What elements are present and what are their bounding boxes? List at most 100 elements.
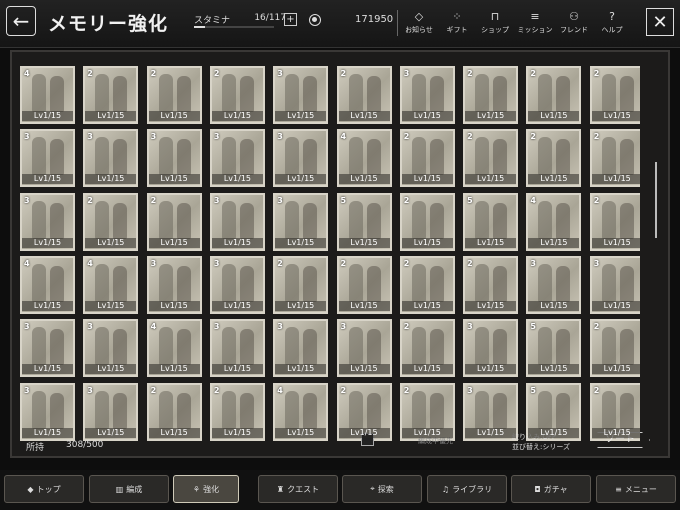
memory-card[interactable]: 2 Lv1/15 <box>83 192 139 251</box>
memory-card[interactable]: 2 Lv1/15 <box>589 382 640 441</box>
nav-library[interactable]: ♫ ライブラリ <box>427 475 507 503</box>
memory-card-rank: 3 <box>277 132 283 142</box>
memory-card[interactable]: 2 Lv1/15 <box>399 129 455 188</box>
memory-card[interactable]: 2 Lv1/15 <box>463 66 519 124</box>
memory-card[interactable]: 3 Lv1/15 <box>83 129 139 188</box>
memory-card-level: Lv1/15 <box>401 364 453 375</box>
nav-formation[interactable]: ▥ 編成 <box>89 475 169 503</box>
close-button[interactable]: ✕ <box>646 8 674 36</box>
memory-card[interactable]: 3 Lv1/15 <box>273 66 329 124</box>
memory-card-rank: 3 <box>467 385 473 395</box>
memory-card-rank: 2 <box>403 258 410 268</box>
memory-card[interactable]: 3 Lv1/15 <box>20 192 75 251</box>
memory-card-level: Lv1/15 <box>465 174 517 185</box>
memory-card-rank: 5 <box>530 385 536 395</box>
memory-card[interactable]: 3 Lv1/15 <box>146 255 202 314</box>
memory-card[interactable]: 2 Lv1/15 <box>146 66 202 124</box>
memory-card[interactable]: 3 Lv1/15 <box>336 319 392 378</box>
memory-card[interactable]: 5 Lv1/15 <box>526 382 582 441</box>
memory-card[interactable]: 4 Lv1/15 <box>336 129 392 188</box>
memory-card[interactable]: 3 Lv1/15 <box>589 255 640 314</box>
memory-card-rank: 3 <box>24 195 30 205</box>
memory-card[interactable]: 5 Lv1/15 <box>526 319 582 378</box>
memory-card[interactable]: 3 Lv1/15 <box>209 319 265 378</box>
memory-card[interactable]: 5 Lv1/15 <box>463 192 519 251</box>
memory-card[interactable]: 2 Lv1/15 <box>209 66 265 124</box>
menu-gift-button[interactable]: ⁘ ギフト <box>437 9 477 35</box>
memory-card-rank: 2 <box>467 132 473 142</box>
priority-label: 編成中優先 <box>418 437 453 445</box>
memory-card-level: Lv1/15 <box>338 111 390 121</box>
memory-card[interactable]: 3 Lv1/15 <box>273 129 329 188</box>
memory-card[interactable]: 4 Lv1/15 <box>273 382 329 441</box>
memory-card[interactable]: 3 Lv1/15 <box>20 129 75 188</box>
memory-card[interactable]: 4 Lv1/15 <box>83 255 139 314</box>
menu-news-button[interactable]: ◇ お知らせ <box>399 9 439 35</box>
memory-card[interactable]: 2 Lv1/15 <box>399 382 455 441</box>
memory-card[interactable]: 3 Lv1/15 <box>209 129 265 188</box>
coin-count: 171950 <box>355 14 394 25</box>
menu-friend-button[interactable]: ⚇ フレンド <box>554 9 594 35</box>
memory-card[interactable]: 2 Lv1/15 <box>589 319 640 378</box>
memory-card[interactable]: 3 Lv1/15 <box>209 255 265 314</box>
memory-card[interactable]: 3 Lv1/15 <box>399 66 455 124</box>
memory-card[interactable]: 2 Lv1/15 <box>83 66 139 124</box>
memory-card-level: Lv1/15 <box>591 111 640 121</box>
memory-card[interactable]: 2 Lv1/15 <box>589 129 640 188</box>
memory-card[interactable]: 3 Lv1/15 <box>209 192 265 251</box>
memory-card[interactable]: 2 Lv1/15 <box>399 255 455 314</box>
memory-card[interactable]: 5 Lv1/15 <box>336 192 392 251</box>
memory-card[interactable]: 3 Lv1/15 <box>526 255 582 314</box>
nav-quest[interactable]: ♜ クエスト <box>258 475 338 503</box>
back-button[interactable]: ← <box>6 6 36 36</box>
nav-menu[interactable]: ≡ メニュー <box>596 475 676 503</box>
memory-card-level: Lv1/15 <box>211 427 263 438</box>
nav-enhance[interactable]: ⚘ 強化 <box>173 475 239 503</box>
memory-card[interactable]: 2 Lv1/15 <box>589 192 640 251</box>
memory-card[interactable]: 2 Lv1/15 <box>336 66 392 124</box>
nav-explore[interactable]: ⌖ 探索 <box>342 475 422 503</box>
menu-help-button[interactable]: ? ヘルプ <box>592 9 632 35</box>
memory-card-rank: 2 <box>340 69 347 78</box>
memory-card[interactable]: 2 Lv1/15 <box>146 382 202 441</box>
memory-card[interactable]: 2 Lv1/15 <box>336 382 392 441</box>
memory-card[interactable]: 2 Lv1/15 <box>589 66 640 124</box>
memory-card[interactable]: 2 Lv1/15 <box>146 192 202 251</box>
memory-card-level: Lv1/15 <box>85 364 137 375</box>
memory-card[interactable]: 4 Lv1/15 <box>146 319 202 378</box>
gift-icon: ⁘ <box>452 10 462 23</box>
memory-card[interactable]: 4 Lv1/15 <box>20 66 75 124</box>
memory-card[interactable]: 3 Lv1/15 <box>273 192 329 251</box>
memory-card[interactable]: 3 Lv1/15 <box>20 382 75 441</box>
memory-card[interactable]: 2 Lv1/15 <box>526 66 582 124</box>
menu-shop-button[interactable]: ⊓ ショップ <box>475 9 515 35</box>
memory-card-rank: 4 <box>340 132 347 142</box>
memory-card[interactable]: 3 Lv1/15 <box>273 319 329 378</box>
memory-card[interactable]: 3 Lv1/15 <box>83 319 139 378</box>
quest-icon: ♜ <box>276 484 285 494</box>
memory-card[interactable]: 3 Lv1/15 <box>20 319 75 378</box>
memory-card[interactable]: 3 Lv1/15 <box>463 319 519 378</box>
memory-card[interactable]: 2 Lv1/15 <box>463 255 519 314</box>
memory-card-level: Lv1/15 <box>275 427 327 438</box>
memory-card[interactable]: 3 Lv1/15 <box>146 129 202 188</box>
memory-card[interactable]: 3 Lv1/15 <box>463 382 519 441</box>
memory-card-level: Lv1/15 <box>211 174 263 185</box>
memory-card[interactable]: 2 Lv1/15 <box>209 382 265 441</box>
nav-top[interactable]: ◆ トップ <box>4 475 84 503</box>
memory-card-level: Lv1/15 <box>465 111 517 121</box>
memory-card[interactable]: 2 Lv1/15 <box>336 255 392 314</box>
memory-card[interactable]: 2 Lv1/15 <box>399 319 455 378</box>
memory-card-rank: 2 <box>593 132 600 142</box>
memory-card[interactable]: 4 Lv1/15 <box>20 255 75 314</box>
memory-card[interactable]: 3 Lv1/15 <box>83 382 139 441</box>
memory-card[interactable]: 2 Lv1/15 <box>463 129 519 188</box>
memory-card[interactable]: 4 Lv1/15 <box>526 192 582 251</box>
nav-gacha[interactable]: ◘ ガチャ <box>511 475 591 503</box>
memory-card[interactable]: 2 Lv1/15 <box>526 129 582 188</box>
menu-mission-button[interactable]: ≡ ミッション <box>515 9 555 35</box>
memory-card[interactable]: 2 Lv1/15 <box>273 255 329 314</box>
memory-card[interactable]: 2 Lv1/15 <box>399 192 455 251</box>
stamina-plus-button[interactable]: + <box>284 13 297 26</box>
scrollbar[interactable] <box>655 162 657 238</box>
